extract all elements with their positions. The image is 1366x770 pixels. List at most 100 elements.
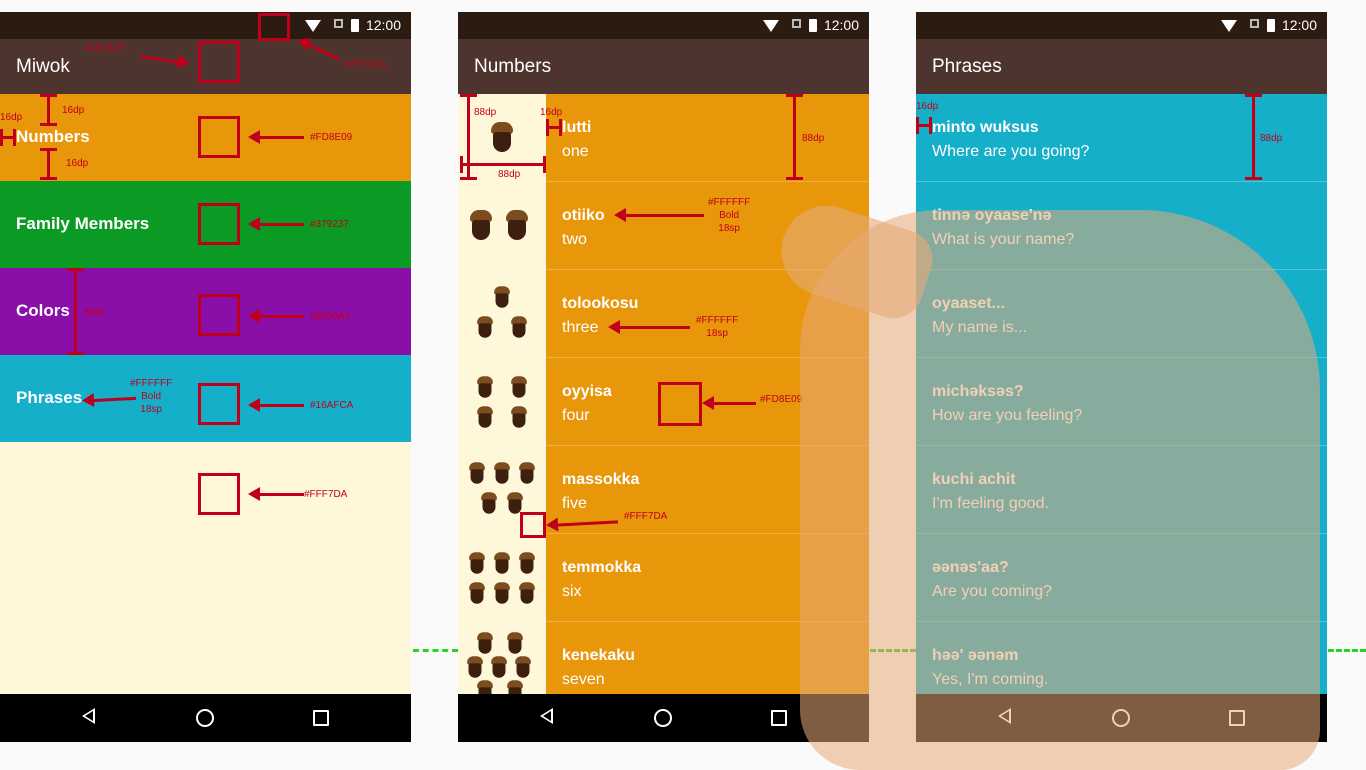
phrase-row[interactable]: kuchi achit I'm feeling good. — [916, 446, 1327, 534]
guide-line — [413, 649, 458, 652]
back-icon[interactable] — [998, 708, 1011, 724]
style-size: 18sp — [706, 328, 728, 339]
annotation-miwok-style: #FFFFFF Bold 18sp — [708, 196, 750, 235]
acorn-icon — [469, 552, 485, 574]
english-phrase: My name is... — [932, 319, 1028, 336]
dimension-marker — [0, 129, 16, 146]
dimension-marker — [916, 117, 932, 134]
annotation-arrow — [248, 309, 304, 323]
status-bar: 12:00 — [0, 12, 411, 39]
status-time: 12:00 — [823, 17, 859, 33]
dimension-marker — [786, 94, 803, 180]
miwok-word: otiiko — [562, 207, 605, 224]
recents-icon[interactable] — [771, 710, 787, 726]
style-weight: Bold — [719, 210, 740, 221]
family-swatch — [198, 203, 240, 245]
annotation-88dp: 88dp — [1260, 133, 1283, 144]
guide-line — [1328, 649, 1366, 652]
app-bar: Phrases — [916, 39, 1327, 94]
guide-line — [870, 649, 916, 652]
recents-icon[interactable] — [1229, 710, 1245, 726]
annotation-88dp: 88dp — [84, 307, 107, 318]
annotation-16dp: 16dp — [62, 105, 85, 116]
home-icon[interactable] — [196, 709, 214, 727]
statusbar-swatch — [258, 13, 290, 41]
style-weight: Bold — [141, 391, 162, 402]
acorn-icon — [519, 552, 535, 574]
number-image — [458, 534, 546, 622]
english-phrase: Where are you going? — [932, 143, 1090, 160]
acorn-icon — [494, 552, 510, 574]
style-color: #FFFFFF — [696, 315, 739, 326]
acorn-icon — [470, 210, 492, 240]
phrase-row[interactable]: michәksәs? How are you feeling? — [916, 358, 1327, 446]
category-label: Family Members — [16, 214, 150, 233]
acorn-icon — [477, 376, 493, 398]
english-word: two — [562, 231, 587, 248]
phrase-row[interactable]: әәnәs'aa? Are you coming? — [916, 534, 1327, 622]
status-time: 12:00 — [1281, 17, 1317, 33]
annotation-statusbar-color: #2F1D1A — [344, 59, 387, 70]
dimension-marker — [1245, 94, 1262, 180]
status-time: 12:00 — [365, 17, 401, 33]
status-bar: 12:00 — [458, 12, 869, 39]
number-row[interactable]: tolookosu three — [458, 270, 869, 358]
phrase-row[interactable]: oyaaset... My name is... — [916, 270, 1327, 358]
annotation-bg-color: #FFF7DA — [304, 489, 348, 500]
annotation-arrow — [248, 130, 304, 144]
acorn-icon — [469, 462, 485, 484]
miwok-phrase: minto wuksus — [932, 119, 1039, 136]
acorn-icon — [507, 492, 523, 514]
acorn-icon — [477, 316, 493, 338]
phrase-row[interactable]: tinnә oyaase'nә What is your name? — [916, 182, 1327, 270]
miwok-word: massokka — [562, 471, 640, 488]
home-icon[interactable] — [1112, 709, 1130, 727]
appbar-swatch — [198, 41, 240, 83]
acorn-icon — [515, 656, 531, 678]
back-icon[interactable] — [540, 708, 553, 724]
annotation-text-style: #FFFFFF Bold 18sp — [130, 377, 172, 416]
acorn-icon — [511, 406, 527, 428]
style-color: #FFFFFF — [708, 197, 751, 208]
recents-icon[interactable] — [313, 710, 329, 726]
miwok-phrase: әәnәs'aa? — [932, 559, 1009, 576]
style-color: #FFFFFF — [130, 378, 173, 389]
acorn-icon — [491, 122, 513, 152]
miwok-word: tolookosu — [562, 295, 639, 312]
wifi-icon — [763, 20, 779, 32]
category-label: Phrases — [16, 388, 83, 407]
status-bar: 12:00 — [916, 12, 1327, 39]
home-icon[interactable] — [654, 709, 672, 727]
miwok-word: oyyisa — [562, 383, 612, 400]
row-swatch — [658, 382, 702, 426]
app-title: Phrases — [932, 56, 1002, 77]
english-phrase: I'm feeling good. — [932, 495, 1049, 512]
back-icon[interactable] — [82, 708, 95, 724]
english-phrase: What is your name? — [932, 231, 1075, 248]
style-size: 18sp — [718, 223, 740, 234]
number-row[interactable]: temmokka six — [458, 534, 869, 622]
acorn-icon — [477, 406, 493, 428]
annotation-arrow — [614, 208, 704, 222]
miwok-phrase: michәksәs? — [932, 383, 1024, 400]
annotation-16dp: 16dp — [66, 158, 89, 169]
acorn-icon — [477, 632, 493, 654]
dimension-marker — [546, 119, 562, 136]
numbers-swatch — [198, 116, 240, 158]
miwok-phrase: kuchi achit — [932, 471, 1016, 488]
annotation-family-color: #379237 — [310, 219, 349, 230]
miwok-word: temmokka — [562, 559, 642, 576]
colors-swatch — [198, 294, 240, 336]
acorn-icon — [511, 316, 527, 338]
annotation-img-color: #FFF7DA — [624, 511, 668, 522]
acorn-icon — [507, 632, 523, 654]
no-signal-icon — [334, 19, 343, 28]
acorn-icon — [481, 492, 497, 514]
english-word: one — [562, 143, 589, 160]
number-row[interactable]: otiiko two — [458, 182, 869, 270]
navigation-bar — [0, 694, 411, 742]
img-swatch — [520, 512, 546, 538]
english-phrase: Are you coming? — [932, 583, 1053, 600]
dimension-marker — [67, 268, 84, 355]
phrases-swatch — [198, 383, 240, 425]
